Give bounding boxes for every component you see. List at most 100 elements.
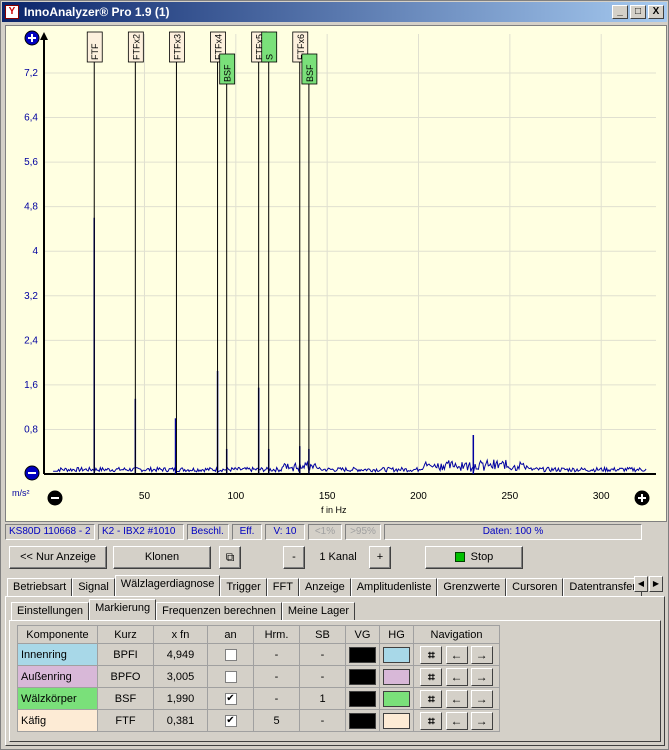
arrow-left-icon[interactable]: ← (445, 645, 468, 664)
tab-scroll-left-icon[interactable]: ◀ (634, 576, 648, 592)
y-tick-label: 2,4 (24, 335, 38, 346)
y-tick-label: 3,2 (24, 291, 38, 302)
navigation-cell: ⌗ ← → (413, 709, 500, 732)
subtab-frequenzen-berechnen[interactable]: Frequenzen berechnen (156, 602, 282, 620)
an-checkbox[interactable] (224, 648, 237, 661)
vg-color-swatch[interactable] (349, 668, 376, 685)
component-xfn[interactable]: 3,005 (153, 665, 208, 688)
tab-trigger[interactable]: Trigger (220, 578, 267, 596)
marker-label: BSF (223, 64, 233, 82)
an-checkbox[interactable]: ✔ (224, 692, 237, 705)
an-checkbox[interactable] (224, 670, 237, 683)
sideband-cell[interactable]: - (299, 643, 346, 666)
harmonics-cell[interactable]: - (253, 643, 300, 666)
hg-cell (379, 643, 414, 666)
sub-tabs: Einstellungen Markierung Frequenzen berech… (11, 599, 355, 620)
arrow-right-icon[interactable]: → (470, 667, 493, 686)
table-row: Innenring BPFI 4,949 - - ⌗ ← → (17, 643, 500, 666)
stop-button[interactable]: Stop (425, 546, 523, 569)
column-header: an (207, 625, 254, 644)
harmonics-cell[interactable]: 5 (253, 709, 300, 732)
column-header: HG (379, 625, 414, 644)
hg-color-swatch[interactable] (383, 646, 410, 663)
x-tick-label: 300 (593, 491, 610, 502)
main-tabs: Betriebsart Signal Wälzlagerdiagnose Trigge… (7, 575, 643, 596)
subtab-einstellungen[interactable]: Einstellungen (11, 602, 90, 620)
hg-color-swatch[interactable] (383, 668, 410, 685)
sideband-cell[interactable]: - (299, 665, 346, 688)
noise-floor-series (53, 458, 647, 474)
status-daten: Daten: 100 % (384, 524, 642, 540)
tab-cursoren[interactable]: Cursoren (506, 578, 564, 596)
y-tick-label: 0,8 (24, 424, 38, 435)
component-xfn[interactable]: 0,381 (153, 709, 208, 732)
tab-wälzlagerdiagnose[interactable]: Wälzlagerdiagnose (114, 575, 221, 596)
subtab-meine-lager[interactable]: Meine Lager (281, 602, 355, 620)
arrow-left-icon[interactable]: ← (445, 689, 468, 708)
column-header: x fn (153, 625, 208, 644)
channel-minus-button[interactable]: - (283, 546, 305, 569)
tab-anzeige[interactable]: Anzeige (298, 578, 351, 596)
close-button[interactable]: X (648, 5, 664, 19)
vg-color-swatch[interactable] (349, 712, 376, 729)
tab-grenzwerte[interactable]: Grenzwerte (437, 578, 507, 596)
app-window: Y InnoAnalyzer® Pro 1.9 (1) _ □ X 0,8 1,6… (0, 0, 669, 750)
subtab-markierung[interactable]: Markierung (89, 599, 157, 620)
navigation-cell: ⌗ ← → (413, 665, 500, 688)
grid-icon[interactable]: ⌗ (420, 689, 443, 708)
channel-plus-button[interactable]: + (369, 546, 391, 569)
vg-cell (345, 687, 380, 710)
component-xfn[interactable]: 1,990 (153, 687, 208, 710)
component-kurz: BPFI (97, 643, 154, 666)
component-kurz: FTF (97, 709, 154, 732)
tab-betriebsart[interactable]: Betriebsart (7, 578, 73, 596)
arrow-right-icon[interactable]: → (470, 645, 493, 664)
status-bar: KS80D 110668 - 2 K2 - IBX2 #1010 Beschl.… (5, 524, 667, 541)
status-gt95: >95% (345, 524, 381, 540)
harmonics-cell[interactable]: - (253, 665, 300, 688)
copy-icon[interactable]: ⧉ (219, 546, 241, 569)
sideband-cell[interactable]: - (299, 709, 346, 732)
arrow-left-icon[interactable]: ← (445, 667, 468, 686)
marker-label: FTFx2 (131, 34, 141, 60)
tab-signal[interactable]: Signal (72, 578, 115, 596)
arrow-right-icon[interactable]: → (470, 711, 493, 730)
grid-icon[interactable]: ⌗ (420, 667, 443, 686)
tab-datentransfer[interactable]: Datentransfer (563, 578, 643, 596)
grid-icon[interactable]: ⌗ (420, 711, 443, 730)
tab-amplitudenliste[interactable]: Amplitudenliste (350, 578, 438, 596)
column-header: Hrm. (253, 625, 300, 644)
vg-color-swatch[interactable] (349, 690, 376, 707)
y-tick-label: 7,2 (24, 68, 38, 79)
nur-anzeige-button[interactable]: << Nur Anzeige (9, 546, 107, 569)
maximize-button[interactable]: □ (630, 5, 646, 19)
vg-color-swatch[interactable] (349, 646, 376, 663)
stop-indicator-icon (454, 552, 465, 563)
table-row: Käfig FTF 0,381 ✔ 5- ⌗ ← → (17, 709, 500, 732)
component-name: Außenring (17, 665, 98, 688)
an-cell: ✔ (207, 709, 254, 732)
x-tick-label: 100 (227, 491, 244, 502)
tab-fft[interactable]: FFT (266, 578, 299, 596)
grid-icon[interactable]: ⌗ (420, 645, 443, 664)
harmonics-cell[interactable]: - (253, 687, 300, 710)
hg-color-swatch[interactable] (383, 712, 410, 729)
an-checkbox[interactable]: ✔ (224, 714, 237, 727)
hg-color-swatch[interactable] (383, 690, 410, 707)
column-header: Kurz (97, 625, 154, 644)
y-tick-label: 4,8 (24, 202, 38, 213)
klonen-button[interactable]: Klonen (113, 546, 211, 569)
sideband-cell[interactable]: 1 (299, 687, 346, 710)
minimize-button[interactable]: _ (612, 5, 628, 19)
table-header-row: Komponente Kurz x fn an Hrm. SB VG HG Navigation (17, 625, 500, 644)
channel-count: 1 Kanal (319, 551, 357, 563)
vg-cell (345, 709, 380, 732)
tab-scroll-right-icon[interactable]: ▶ (649, 576, 663, 592)
arrow-right-icon[interactable]: → (470, 689, 493, 708)
spectrum-chart: 0,8 1,6 2,4 3,2 4 4,8 5,6 6,4 7,2 50 100 150 200 250 3… (24, 30, 656, 506)
spectrum-plot[interactable]: 0,8 1,6 2,4 3,2 4 4,8 5,6 6,4 7,2 50 100 150 200 250 3… (5, 25, 667, 522)
marker-label: FTFx3 (172, 34, 182, 60)
component-xfn[interactable]: 4,949 (153, 643, 208, 666)
navigation-cell: ⌗ ← → (413, 687, 500, 710)
arrow-left-icon[interactable]: ← (445, 711, 468, 730)
